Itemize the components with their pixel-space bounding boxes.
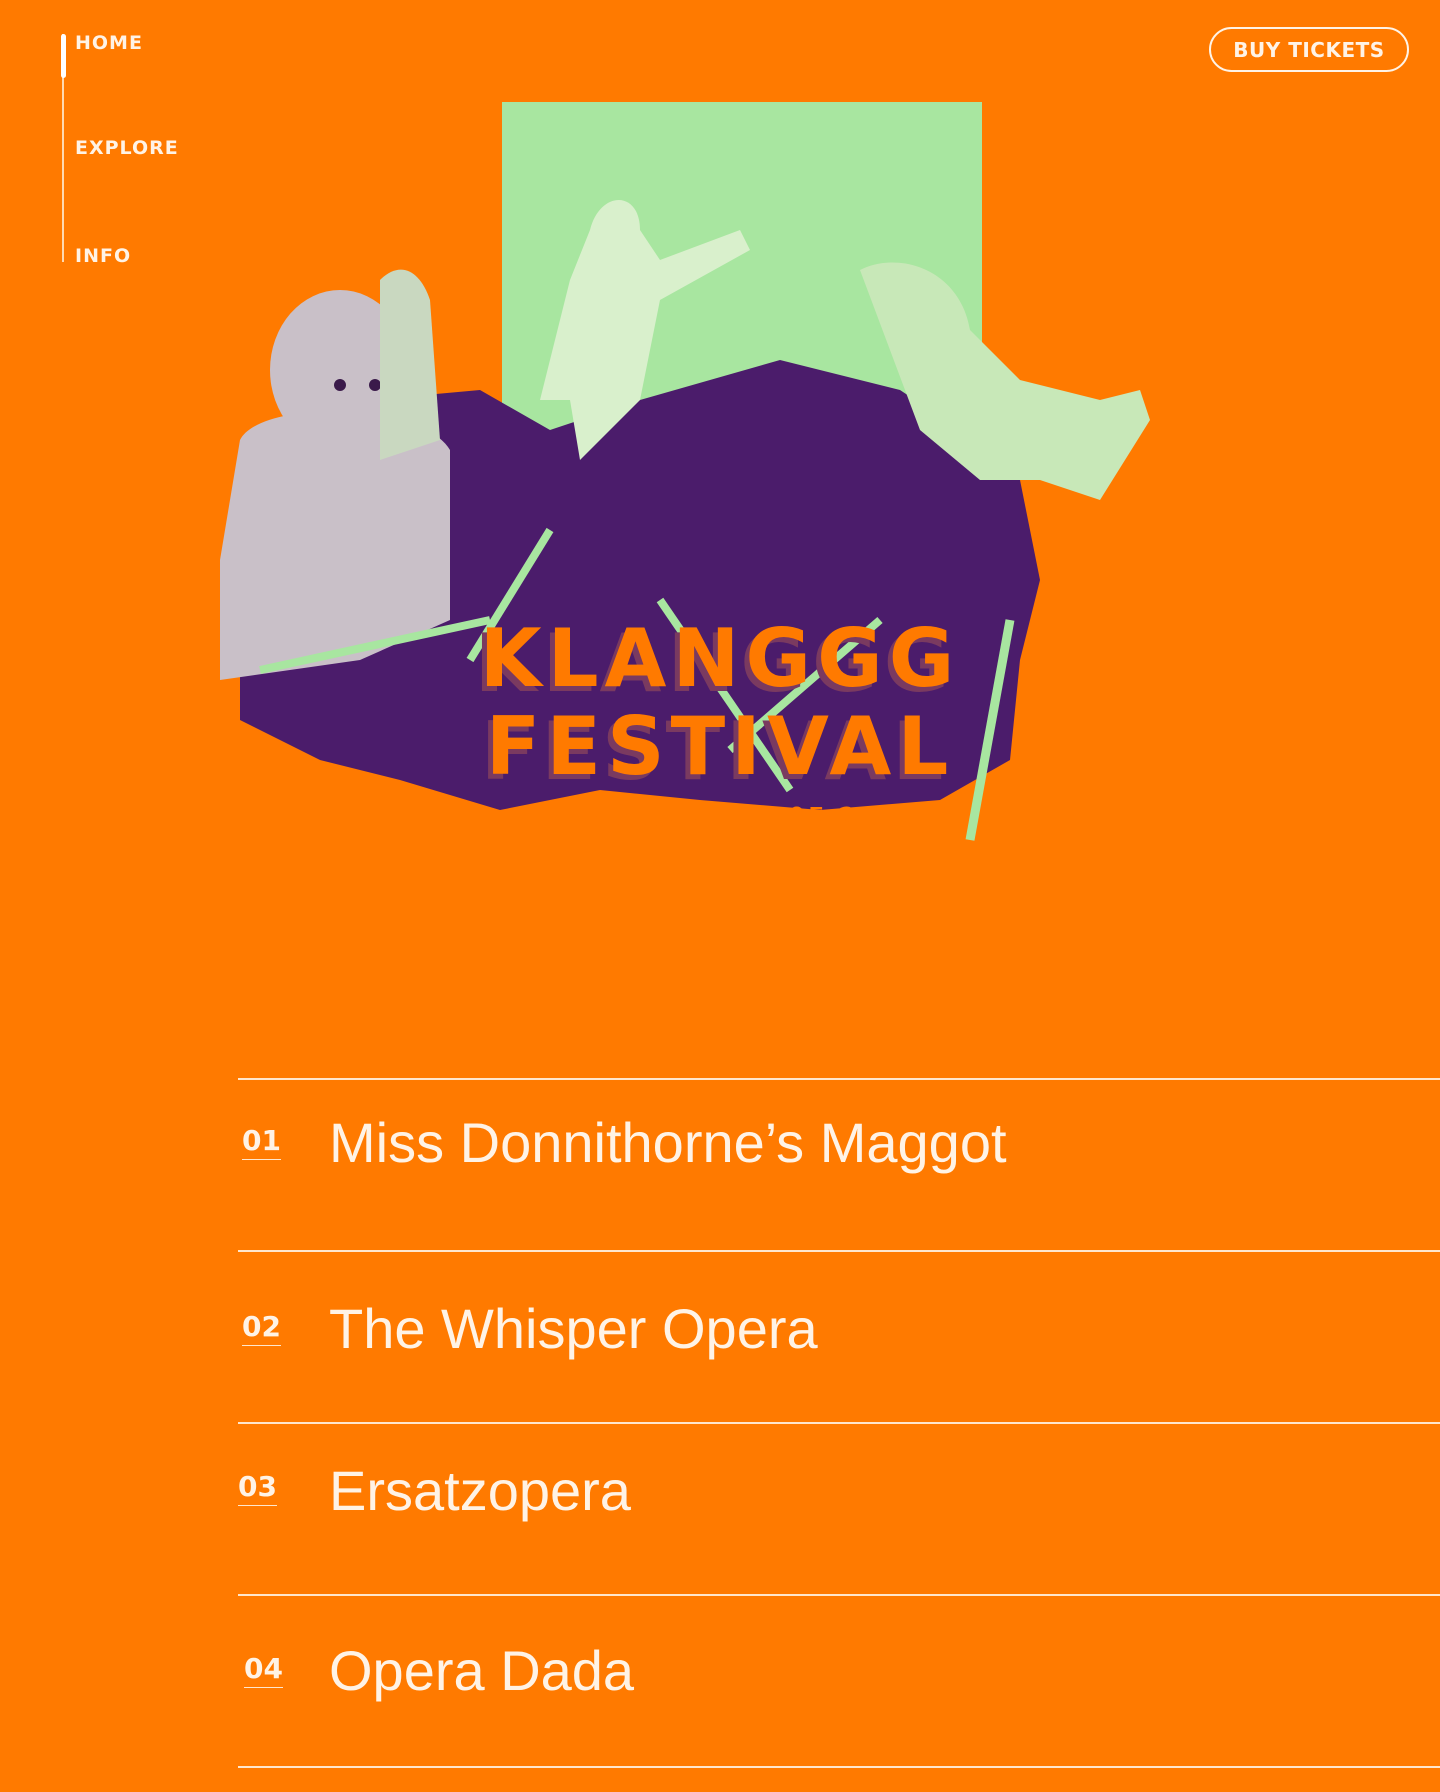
festival-dates: 05.05.23 - 07.05.23: [561, 802, 879, 837]
event-list: 01 Miss Donnithorne’s Maggot 02 The Whis…: [238, 1078, 1440, 1768]
event-row[interactable]: 01 Miss Donnithorne’s Maggot: [238, 1078, 1440, 1250]
nav-active-indicator: [61, 34, 66, 78]
event-title[interactable]: The Whisper Opera: [329, 1296, 818, 1361]
event-title[interactable]: Opera Dada: [329, 1638, 634, 1703]
nav-home[interactable]: HOME: [75, 32, 143, 54]
event-title[interactable]: Ersatzopera: [329, 1458, 631, 1523]
hero-title-line2: FESTIVAL: [485, 700, 955, 793]
singer-figure: [380, 269, 440, 460]
event-title[interactable]: Miss Donnithorne’s Maggot: [329, 1110, 1007, 1175]
hero-title-line1: KLANGGG: [479, 612, 961, 705]
nav-explore[interactable]: EXPLORE: [75, 137, 179, 159]
event-number: 03: [238, 1470, 277, 1506]
event-row[interactable]: 03 Ersatzopera: [238, 1422, 1440, 1594]
nav-info[interactable]: INFO: [75, 245, 131, 267]
event-number: 02: [242, 1310, 281, 1346]
event-number: 04: [244, 1652, 283, 1688]
buy-tickets-button[interactable]: BUY TICKETS: [1209, 27, 1409, 72]
event-row[interactable]: 02 The Whisper Opera: [238, 1250, 1440, 1422]
event-row[interactable]: 04 Opera Dada: [238, 1594, 1440, 1768]
event-number: 01: [242, 1124, 281, 1160]
